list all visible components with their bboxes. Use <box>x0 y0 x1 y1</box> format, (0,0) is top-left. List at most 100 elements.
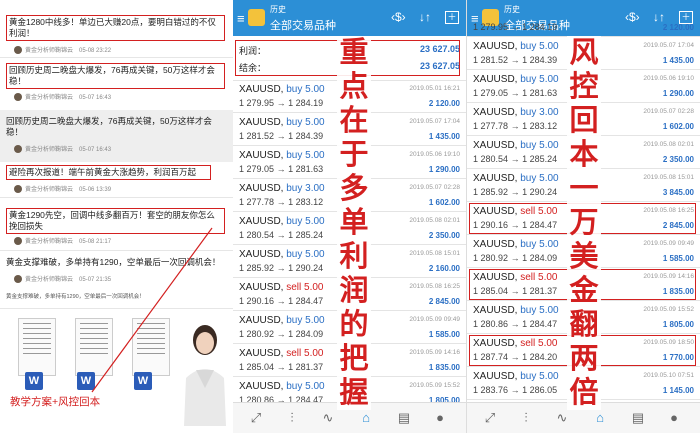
tab-quotes-icon[interactable]: ⤢ <box>481 409 499 427</box>
trade-side: buy <box>520 140 537 151</box>
trade-date: 2019.05.09 15:52 <box>409 382 460 389</box>
trade-profit: 2 120.00 <box>662 23 694 32</box>
tab-chat-icon[interactable]: ● <box>665 409 683 427</box>
trade-symbol: XAUUSD, buy 5.00 <box>239 84 325 95</box>
close-price: 1 281.37 <box>288 362 324 372</box>
trade-prices: 1 280.92 → 1 284.09 <box>473 253 557 263</box>
tab-chat-icon[interactable]: ● <box>431 409 449 427</box>
trade-side: buy <box>286 84 303 95</box>
trade-date: 2019.05.09 09:49 <box>409 316 460 323</box>
trade-history-panel: ≡ 历史 全部交易品种 ‹$› ↓↑ ＋ 利润： 23 627.05 结余： 2… <box>233 0 467 433</box>
trade-symbol: XAUUSD, buy 5.00 <box>473 305 559 316</box>
trade-date: 2019.05.06 19:10 <box>643 75 694 82</box>
open-price: 1 280.92 <box>473 253 509 263</box>
trade-date: 2019.05.09 14:16 <box>409 349 460 356</box>
trade-date: 2019.05.08 16:25 <box>409 283 460 290</box>
open-price: 1 285.92 <box>239 263 275 273</box>
open-price: 1 279.05 <box>473 88 509 98</box>
tab-quotes-icon[interactable]: ⤢ <box>247 409 265 427</box>
arrow-icon: → <box>510 121 520 131</box>
open-price: 1 283.76 <box>473 385 509 395</box>
trade-volume: 5.00 <box>305 315 325 326</box>
trade-prices: 1 279.05 → 1 281.63 <box>239 164 323 174</box>
trade-side: buy <box>286 315 303 326</box>
trade-date: 2019.05.07 17:04 <box>643 42 694 49</box>
trade-prices: 1 290.16 → 1 284.47 <box>239 296 323 306</box>
trade-side: buy <box>520 239 537 250</box>
trade-volume: 5.00 <box>304 282 324 293</box>
trade-prices: 1 285.92 → 1 290.24 <box>239 263 323 273</box>
close-price: 1 284.09 <box>522 253 558 263</box>
sort-icon[interactable]: ↓↑ <box>419 10 431 24</box>
arrow-icon: → <box>510 385 520 395</box>
open-price: 1 280.86 <box>473 319 509 329</box>
close-price: 1 290.24 <box>522 187 558 197</box>
trade-volume: 5.00 <box>539 239 559 250</box>
trade-date: 2019.05.07 17:04 <box>409 118 460 125</box>
tab-history-icon[interactable]: ⌂ <box>591 409 609 427</box>
overlay-character: 在 <box>337 104 371 138</box>
open-price: 1 280.54 <box>473 154 509 164</box>
trade-symbol: XAUUSD, buy 3.00 <box>239 183 325 194</box>
trade-volume: 5.00 <box>539 371 559 382</box>
trade-volume: 5.00 <box>304 348 324 359</box>
tab-news-icon[interactable]: ▤ <box>629 409 647 427</box>
close-price: 1 283.12 <box>522 121 558 131</box>
article-feed: 黄金1280中线多！单边已大赚20点，要明白错过的不仅利润！ 黄金分析师鞠锦云 0… <box>0 0 234 433</box>
trade-side: buy <box>286 216 303 227</box>
trade-volume: 3.00 <box>539 107 559 118</box>
tab-history-icon[interactable]: ⌂ <box>357 409 375 427</box>
menu-icon[interactable]: ≡ <box>237 11 245 26</box>
overlay-character: 润 <box>337 274 371 308</box>
trade-row[interactable]: 1 279.95 → 1 284.19 2 120.00 <box>467 4 700 37</box>
tab-trade-icon[interactable]: ∿ <box>319 409 337 427</box>
arrow-icon: → <box>510 22 520 32</box>
trade-volume: 5.00 <box>305 84 325 95</box>
trade-profit: 2 350.00 <box>428 231 460 240</box>
header-title[interactable]: 全部交易品种 <box>270 17 336 33</box>
teaching-plan-label: 教学方案+风控回本 <box>8 393 103 410</box>
trade-side: buy <box>520 305 537 316</box>
app-header: ≡ 历史 全部交易品种 ‹$› ↓↑ ＋ <box>233 0 466 36</box>
calendar-icon[interactable]: ＋ <box>445 11 459 24</box>
trade-history-panel-scrolled: ≡ 历史 全部交易品种 ‹$› ↓↑ ＋ 1 279.95 → 1 284.19… <box>467 0 700 433</box>
trade-profit: 3 845.00 <box>662 188 694 197</box>
close-price: 1 284.47 <box>288 296 324 306</box>
trade-symbol: XAUUSD, buy 5.00 <box>473 239 559 250</box>
pointer-arrow <box>91 227 213 393</box>
tab-chart-icon[interactable]: ⫶ <box>283 409 301 427</box>
close-price: 1 285.24 <box>522 154 558 164</box>
arrow-icon: → <box>276 131 286 141</box>
trade-prices: 1 280.86 → 1 284.47 <box>473 319 557 329</box>
trade-side: buy <box>520 107 537 118</box>
trade-symbol: XAUUSD, sell 5.00 <box>239 282 324 293</box>
trade-prices: 1 283.76 → 1 286.05 <box>473 385 557 395</box>
currency-icon[interactable]: ‹$› <box>391 10 406 24</box>
trade-date: 2019.05.10 07:51 <box>643 372 694 379</box>
trade-prices: 1 277.78 → 1 283.12 <box>473 121 557 131</box>
trade-volume: 5.00 <box>305 381 325 392</box>
trade-volume: 5.00 <box>305 150 325 161</box>
symbol-name: XAUUSD, <box>239 381 284 392</box>
close-price: 1 286.05 <box>522 385 558 395</box>
tab-news-icon[interactable]: ▤ <box>395 409 413 427</box>
trade-side: buy <box>286 249 303 260</box>
open-price: 1 280.54 <box>239 230 275 240</box>
trade-profit: 1 805.00 <box>662 320 694 329</box>
trade-profit: 2 845.00 <box>428 297 460 306</box>
trade-profit: 1 435.00 <box>662 56 694 65</box>
trade-side: buy <box>520 173 537 184</box>
overlay-character: 倍 <box>567 376 601 410</box>
trade-profit: 1 290.00 <box>428 165 460 174</box>
tab-chart-icon[interactable]: ⫶ <box>517 409 535 427</box>
trade-profit: 2 160.00 <box>428 264 460 273</box>
trade-prices: 1 280.54 → 1 285.24 <box>473 154 557 164</box>
trade-symbol: XAUUSD, buy 5.00 <box>239 117 325 128</box>
overlay-character: 于 <box>337 138 371 172</box>
tab-trade-icon[interactable]: ∿ <box>553 409 571 427</box>
trade-prices: 1 279.95 → 1 284.19 <box>239 98 323 108</box>
trade-symbol: XAUUSD, buy 5.00 <box>239 315 325 326</box>
close-price: 1 285.24 <box>288 230 324 240</box>
trade-volume: 5.00 <box>539 305 559 316</box>
trade-symbol: XAUUSD, buy 5.00 <box>239 249 325 260</box>
